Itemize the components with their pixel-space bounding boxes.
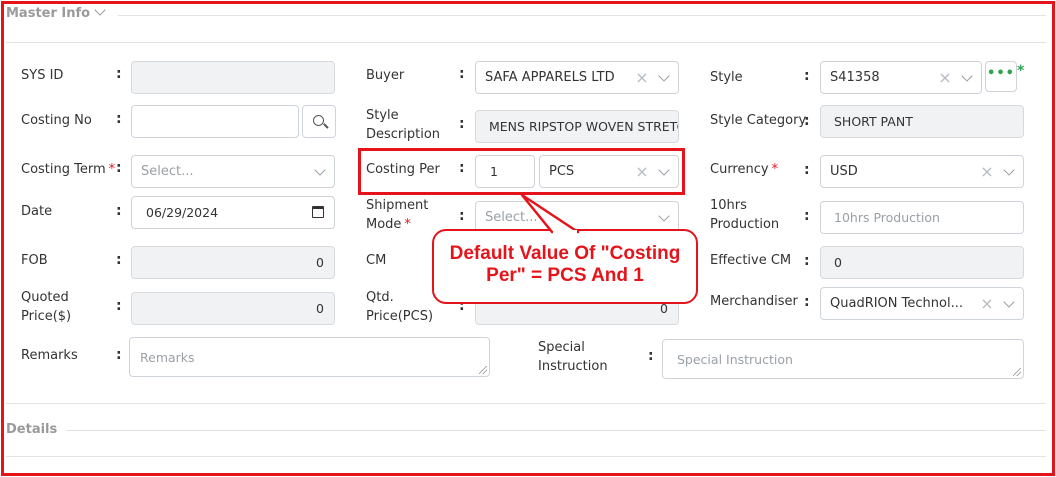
colon: : (116, 160, 122, 176)
shipment-mode-label: Shipment Mode * (366, 196, 441, 234)
special-instruction-textarea[interactable]: Special Instruction (662, 339, 1024, 379)
cm-label: CM (366, 253, 387, 268)
effective-cm-label: Effective CM (710, 253, 792, 268)
shipment-mode-placeholder: Select... (485, 210, 538, 225)
chevron-down-icon[interactable] (997, 287, 1023, 320)
section-divider (6, 42, 1046, 43)
annotation-callout: Default Value Of "Costing Per" = PCS And… (432, 229, 698, 304)
buyer-label: Buyer (366, 68, 405, 83)
quoted-price-field[interactable]: 0 (131, 292, 335, 325)
colon: : (648, 348, 654, 364)
special-instruction-label: Special Instruction (538, 340, 608, 374)
10hrs-production-label: 10hrs Production (710, 198, 780, 232)
resize-handle-icon[interactable] (1013, 368, 1021, 376)
date-field[interactable]: 06/29/2024 (131, 196, 335, 229)
10hrs-production-field[interactable]: 10hrs Production (820, 201, 1024, 234)
required-marker: * (1017, 63, 1025, 79)
colon: : (116, 203, 122, 219)
style-description-label: Style Description (366, 108, 441, 142)
fob-field[interactable]: 0 (131, 246, 335, 279)
colon: : (804, 294, 810, 310)
style-label: Style (710, 70, 743, 85)
style-category-field[interactable]: SHORT PANT (820, 105, 1024, 138)
effective-cm-field[interactable]: 0 (820, 246, 1024, 279)
shipment-mode-label-text: Shipment Mode (366, 198, 429, 232)
details-header[interactable]: Details (6, 422, 57, 437)
style-category-label: Style Category (710, 113, 807, 128)
required-marker: * (771, 162, 779, 177)
date-label: Date (21, 204, 53, 219)
remarks-label: Remarks (21, 348, 78, 363)
chevron-down-icon[interactable] (955, 61, 981, 94)
clear-icon[interactable]: × (632, 68, 652, 87)
clear-icon[interactable]: × (977, 162, 997, 181)
colon: : (804, 208, 810, 224)
required-marker: * (404, 217, 411, 232)
colon: : (459, 116, 465, 132)
remarks-textarea[interactable]: Remarks (129, 337, 490, 377)
costing-term-label-text: Costing Term (21, 162, 106, 177)
clear-icon[interactable]: × (977, 294, 997, 313)
currency-label: Currency * (710, 160, 778, 179)
search-icon-handle (323, 123, 329, 129)
section-divider (66, 430, 1046, 431)
colon: : (804, 68, 810, 84)
colon: : (804, 253, 810, 269)
buyer-select[interactable]: SAFA APPARELS LTD × (475, 61, 679, 94)
special-instruction-placeholder: Special Instruction (677, 351, 793, 367)
fob-label: FOB (21, 253, 48, 268)
merchandiser-value: QuadRION Technol... (830, 296, 963, 311)
section-divider (118, 15, 1046, 16)
colon: : (116, 252, 122, 268)
style-select[interactable]: S41358 × (820, 61, 982, 94)
merchandiser-select[interactable]: QuadRION Technol... × (820, 287, 1024, 320)
colon: : (116, 111, 122, 127)
details-title: Details (6, 422, 58, 437)
buyer-value: SAFA APPARELS LTD (485, 70, 615, 85)
costing-term-select[interactable]: Select... (131, 155, 335, 188)
sys-id-label: SYS ID (21, 68, 64, 83)
colon: : (459, 208, 465, 224)
costing-term-label: Costing Term * (21, 160, 115, 179)
colon: : (116, 298, 122, 314)
remarks-placeholder: Remarks (140, 349, 195, 365)
clear-icon[interactable]: × (935, 68, 955, 87)
master-info-title: Master Info (6, 6, 91, 21)
costing-no-label: Costing No (21, 113, 92, 128)
colon: : (459, 66, 465, 82)
chevron-down-icon[interactable] (997, 155, 1023, 188)
calendar-icon[interactable] (312, 206, 324, 218)
colon: : (804, 113, 810, 129)
style-description-field[interactable]: MENS RIPSTOP WOVEN STRETC (475, 110, 679, 143)
chevron-down-icon (308, 155, 334, 188)
currency-value: USD (830, 164, 858, 179)
chevron-down-icon[interactable] (652, 61, 678, 94)
colon: : (804, 162, 810, 178)
required-marker: * (108, 162, 116, 177)
currency-select[interactable]: USD × (820, 155, 1024, 188)
section-divider (6, 456, 1046, 457)
master-info-header[interactable]: Master Info (6, 4, 106, 21)
merchandiser-label: Merchandiser (710, 294, 798, 309)
10hrs-production-placeholder: 10hrs Production (834, 210, 940, 225)
more-options-button[interactable]: ••• (985, 61, 1017, 92)
colon: : (116, 66, 122, 82)
sys-id-field[interactable] (131, 61, 335, 94)
costing-per-highlight (358, 148, 685, 195)
section-divider (6, 403, 1046, 404)
chevron-down-icon (94, 4, 106, 16)
currency-label-text: Currency (710, 162, 769, 177)
colon: : (116, 347, 122, 363)
search-icon (313, 115, 324, 126)
date-value: 06/29/2024 (146, 205, 219, 220)
costing-no-search-button[interactable] (302, 105, 336, 138)
costing-term-placeholder: Select... (141, 164, 194, 179)
quoted-price-label: Quoted Price($) (21, 290, 72, 324)
costing-no-field[interactable] (131, 105, 299, 138)
resize-handle-icon[interactable] (479, 366, 487, 374)
style-value: S41358 (830, 70, 880, 85)
